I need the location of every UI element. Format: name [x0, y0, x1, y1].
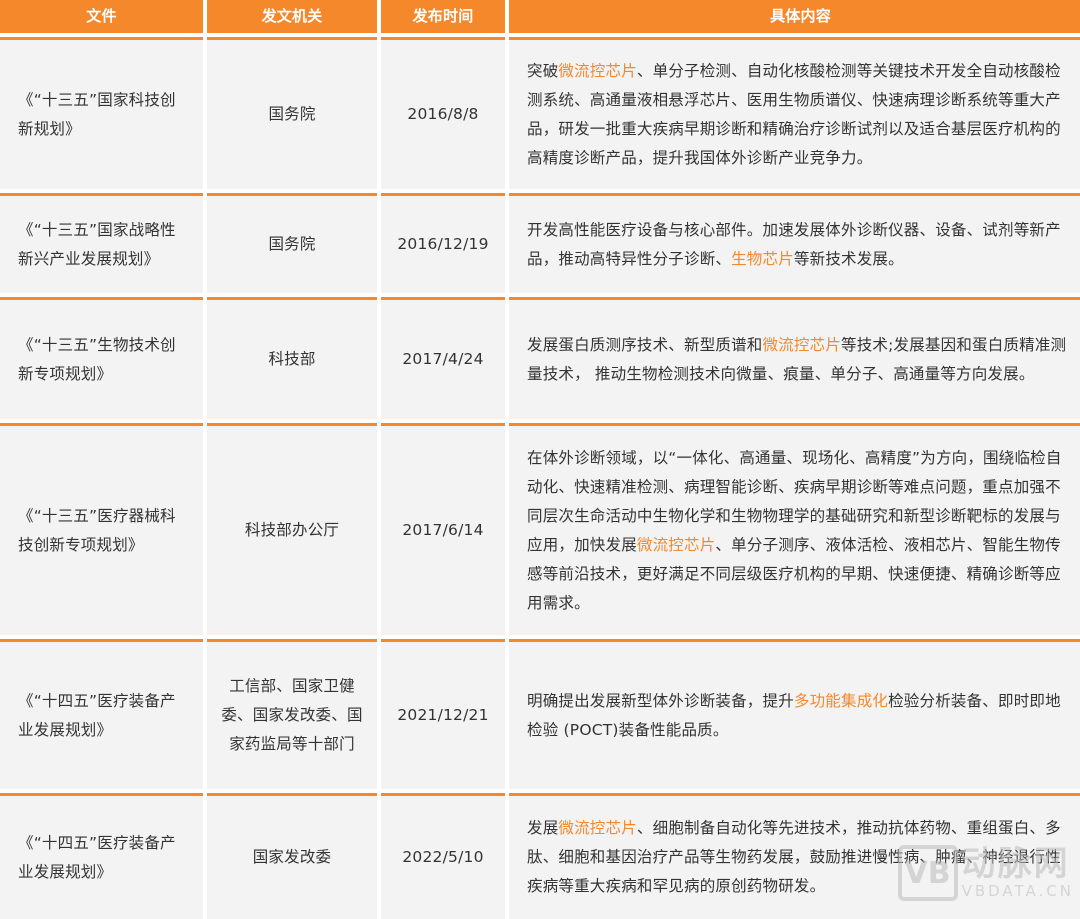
highlighted-keyword: 微流控芯片: [762, 335, 842, 354]
release-date: 2022/5/10: [381, 793, 505, 919]
document-title: 《“十三五”医疗器械科技创新专项规划》: [0, 423, 203, 635]
content-fragment: 发展: [527, 819, 559, 837]
content-text: 在体外诊断领域，以“一体化、高通量、现场化、高精度”为方向，围绕临检自动化、快速…: [527, 444, 1076, 618]
header-date: 发布时间: [381, 0, 505, 33]
issuing-authority: 国务院: [207, 193, 377, 293]
vb-logo-icon: VB: [897, 845, 958, 901]
content-fragment: 发展蛋白质测序技术、新型质谱和: [527, 335, 763, 354]
document-title: 《“十三五”国家科技创新规划》: [0, 37, 203, 189]
content-fragment: 等新技术发展。: [793, 249, 904, 268]
highlighted-keyword: 微流控芯片: [558, 819, 637, 837]
issuing-authority: 科技部: [207, 297, 377, 419]
policy-table: 文件 发文机关 发布时间 具体内容 《“十三五”国家科技创新规划》 国务院 2016…: [0, 0, 1080, 919]
content-cell: 开发高性能医疗设备与核心部件。加速发展体外诊断仪器、设备、试剂等新产品，推动高特…: [509, 193, 1080, 293]
content-fragment: 突破: [527, 61, 559, 80]
document-title: 《“十三五”国家战略性新兴产业发展规划》: [0, 193, 203, 293]
content-text: 明确提出发展新型体外诊断装备，提升多功能集成化检验分析装备、即时即地检验 (PO…: [527, 687, 1076, 745]
content-cell: 在体外诊断领域，以“一体化、高通量、现场化、高精度”为方向，围绕临检自动化、快速…: [509, 423, 1080, 635]
release-date: 2016/8/8: [381, 37, 505, 189]
content-text: 发展蛋白质测序技术、新型质谱和微流控芯片等技术;发展基因和蛋白质精准测量技术， …: [527, 331, 1076, 389]
issuing-authority: 工信部、国家卫健委、国家发改委、国家药监局等十部门: [207, 639, 377, 789]
header-issuer: 发文机关: [207, 0, 377, 33]
document-title: 《“十四五”医疗装备产业发展规划》: [0, 793, 203, 919]
content-text: 突破微流控芯片、单分子检测、自动化核酸检测等关键技术开发全自动核酸检测系统、高通…: [527, 57, 1076, 173]
highlighted-keyword: 微流控芯片: [558, 61, 637, 80]
highlighted-keyword: 多功能集成化: [793, 691, 889, 710]
issuing-authority: 国务院: [207, 37, 377, 189]
release-date: 2017/4/24: [381, 297, 505, 419]
document-title: 《“十三五”生物技术创新专项规划》: [0, 297, 203, 419]
document-title: 《“十四五”医疗装备产业发展规划》: [0, 639, 203, 789]
content-fragment: 明确提出发展新型体外诊断装备，提升: [527, 691, 794, 710]
watermark-en: VBDATA.CN: [961, 882, 1074, 900]
header-document: 文件: [0, 0, 203, 33]
watermark-cn: 动脉网: [961, 844, 1070, 884]
vbdata-watermark: VB 动脉网 VBDATA.CN: [897, 844, 1074, 901]
release-date: 2016/12/19: [381, 193, 505, 293]
highlighted-keyword: 微流控芯片: [636, 535, 716, 554]
release-date: 2017/6/14: [381, 423, 505, 635]
issuing-authority: 国家发改委: [207, 793, 377, 919]
content-text: 开发高性能医疗设备与核心部件。加速发展体外诊断仪器、设备、试剂等新产品，推动高特…: [527, 216, 1076, 274]
release-date: 2021/12/21: [381, 639, 505, 789]
header-content: 具体内容: [509, 0, 1080, 33]
content-cell: 发展蛋白质测序技术、新型质谱和微流控芯片等技术;发展基因和蛋白质精准测量技术， …: [509, 297, 1080, 419]
highlighted-keyword: 生物芯片: [731, 249, 794, 268]
content-cell: 明确提出发展新型体外诊断装备，提升多功能集成化检验分析装备、即时即地检验 (PO…: [509, 639, 1080, 789]
issuing-authority: 科技部办公厅: [207, 423, 377, 635]
content-cell: 突破微流控芯片、单分子检测、自动化核酸检测等关键技术开发全自动核酸检测系统、高通…: [509, 37, 1080, 189]
